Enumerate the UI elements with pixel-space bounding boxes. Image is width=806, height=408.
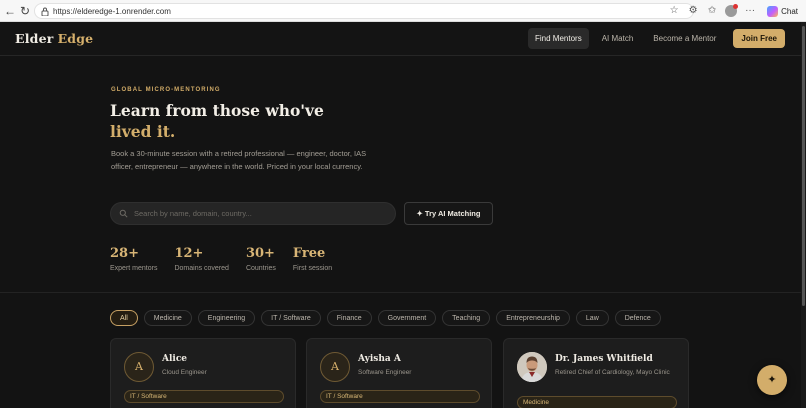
search-placeholder: Search by name, domain, country... <box>134 209 252 218</box>
logo-word-edge: Edge <box>57 31 94 46</box>
filter-defence[interactable]: Defence <box>614 310 661 326</box>
hero-subtitle: Book a 30-minute session with a retired … <box>111 149 367 171</box>
nav-ai-match[interactable]: AI Match <box>595 28 641 49</box>
stat-label: Countries <box>245 265 276 272</box>
mentor-name: Dr. James Whitfield <box>555 354 653 364</box>
hero-title-line2: lived it. <box>110 122 176 141</box>
domain-tag: Medicine <box>517 396 677 408</box>
filter-all[interactable]: All <box>110 310 138 326</box>
logo[interactable]: Elder Edge <box>15 31 93 46</box>
search-input[interactable]: Search by name, domain, country... <box>110 202 396 225</box>
filter-law[interactable]: Law <box>575 310 609 326</box>
search-icon <box>119 209 128 218</box>
nav-find-mentors[interactable]: Find Mentors <box>528 28 589 49</box>
stats-row: 28+ Expert mentors 12+ Domains covered 3… <box>110 246 349 272</box>
stat-number: Free <box>292 246 326 261</box>
browser-toolbar: ← ↻ https://elderedge-1.onrender.com ☆ ⚙… <box>0 0 806 22</box>
stat-first-session: Free First session <box>293 246 332 272</box>
address-bar[interactable]: https://elderedge-1.onrender.com <box>34 3 694 19</box>
filter-teaching[interactable]: Teaching <box>442 310 491 326</box>
url-text: https://elderedge-1.onrender.com <box>53 7 171 16</box>
mentor-card[interactable]: A Alice Cloud Engineer IT / Software <box>110 338 296 408</box>
stat-number: 30+ <box>245 246 275 261</box>
scrollbar-thumb[interactable] <box>802 26 805 306</box>
page-scrollbar[interactable] <box>801 22 806 408</box>
logo-word-elder: Elder <box>15 31 54 46</box>
stat-mentors: 28+ Expert mentors <box>110 246 157 272</box>
refresh-icon[interactable]: ↻ <box>17 3 33 19</box>
mentor-role: Software Engineer <box>358 369 412 376</box>
mentor-role: Cloud Engineer <box>162 369 207 376</box>
profile-avatar[interactable] <box>725 4 739 17</box>
chat-label: Chat <box>781 6 798 16</box>
copilot-icon <box>767 5 779 17</box>
filter-entrepreneurship[interactable]: Entrepreneurship <box>496 310 570 326</box>
stat-domains: 12+ Domains covered <box>174 246 228 272</box>
filter-medicine[interactable]: Medicine <box>143 310 192 326</box>
domain-filters: All Medicine Engineering IT / Software F… <box>110 310 661 326</box>
avatar-photo <box>517 352 547 382</box>
filter-engineering[interactable]: Engineering <box>197 310 256 326</box>
filter-government[interactable]: Government <box>377 310 437 326</box>
more-menu-icon[interactable]: ··· <box>744 5 756 17</box>
nav-become-mentor[interactable]: Become a Mentor <box>646 28 723 49</box>
filter-it-software[interactable]: IT / Software <box>261 310 321 326</box>
copilot-chat-button[interactable]: Chat <box>763 5 802 17</box>
stat-label: Domains covered <box>174 265 229 272</box>
stat-label: Expert mentors <box>110 265 158 272</box>
mentor-role: Retired Chief of Cardiology, Mayo Clinic <box>555 369 670 376</box>
main-nav: Find Mentors AI Match Become a Mentor Jo… <box>528 28 785 49</box>
person-photo-icon <box>517 352 547 382</box>
hero-eyebrow: GLOBAL MICRO-MENTORING <box>111 87 221 93</box>
join-free-button[interactable]: Join Free <box>733 29 785 48</box>
site-header: Elder Edge Find Mentors AI Match Become a… <box>0 22 801 56</box>
try-ai-matching-button[interactable]: ✦ Try AI Matching <box>404 202 493 225</box>
favorite-star-icon[interactable]: ☆ <box>668 5 680 17</box>
stat-countries: 30+ Countries <box>246 246 276 272</box>
mentor-card[interactable]: Dr. James Whitfield Retired Chief of Car… <box>503 338 689 408</box>
avatar: A <box>320 352 350 382</box>
avatar: A <box>124 352 154 382</box>
mentor-card[interactable]: A Ayisha A Software Engineer IT / Softwa… <box>306 338 492 408</box>
hero-title: Learn from those who've lived it. <box>110 100 410 142</box>
extensions-icon[interactable]: ⚙ <box>687 5 699 17</box>
stat-number: 12+ <box>174 246 204 261</box>
section-divider <box>0 292 801 293</box>
filter-finance[interactable]: Finance <box>326 310 372 326</box>
domain-tag: IT / Software <box>320 390 480 403</box>
favorites-icon[interactable]: ✩ <box>706 5 718 17</box>
mentor-name: Alice <box>162 354 188 364</box>
hero-title-line1: Learn from those who've <box>110 101 324 120</box>
ai-assistant-button[interactable]: ✦ <box>757 365 787 395</box>
stat-number: 28+ <box>110 246 139 261</box>
back-icon[interactable]: ← <box>2 3 18 19</box>
mentor-name: Ayisha A <box>358 354 401 364</box>
domain-tag: IT / Software <box>124 390 284 403</box>
lock-icon <box>41 7 49 16</box>
stat-label: First session <box>292 265 333 272</box>
